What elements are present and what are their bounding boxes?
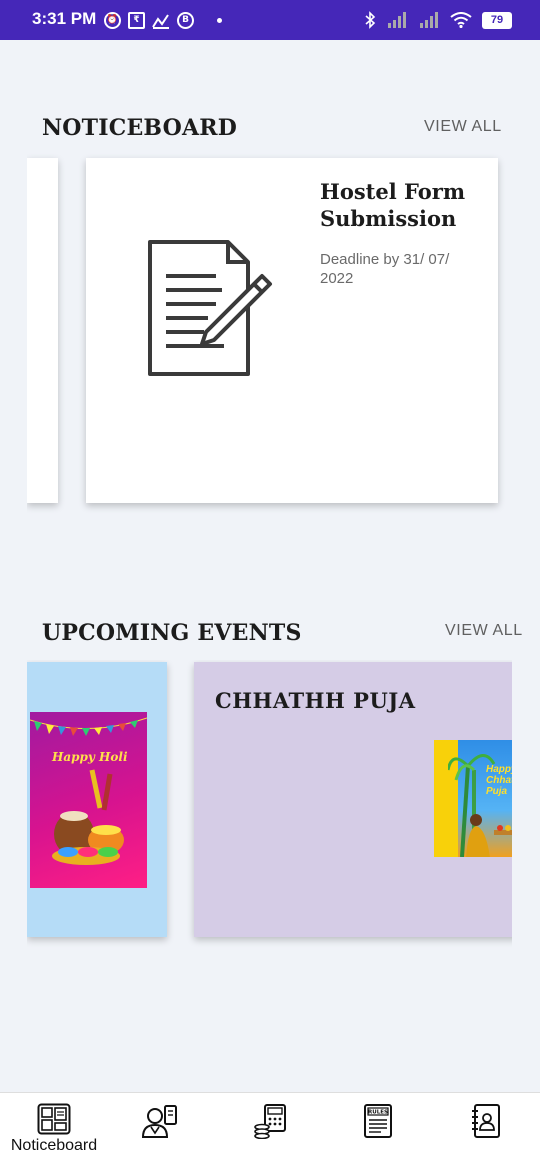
notice-card[interactable]: Hostel Form Submission Deadline by 31/ 0…	[86, 158, 498, 503]
holi-poster-text: Happy Holi	[52, 750, 128, 764]
events-carousel[interactable]: Happy Holi CHHATHH PUJA Happ Chha Puja	[27, 660, 512, 952]
noticeboard-view-all[interactable]: VIEW ALL	[424, 118, 502, 136]
nav-label-noticeboard: Noticeboard	[10, 1137, 98, 1154]
chhath-poster-text: Happy Chhath Puja	[486, 764, 512, 797]
devotee-illustration	[466, 814, 512, 857]
nav-item-profile[interactable]	[110, 1103, 210, 1165]
event-title: CHHATHH PUJA	[215, 688, 416, 713]
profile-icon	[141, 1105, 177, 1138]
events-view-all[interactable]: VIEW ALL	[445, 622, 523, 640]
document-edit-icon	[148, 240, 272, 376]
contacts-icon	[472, 1104, 500, 1138]
notice-card-previous[interactable]	[27, 158, 58, 503]
nav-item-contacts[interactable]	[436, 1103, 536, 1165]
accounts-icon	[254, 1104, 286, 1139]
events-heading: UPCOMING EVENTS	[42, 620, 302, 646]
noticeboard-carousel[interactable]: Hostel Form Submission Deadline by 31/ 0…	[27, 146, 512, 516]
status-time: 3:31 PM	[32, 9, 97, 28]
signal-icon	[388, 12, 406, 28]
status-bar: 3:31 PM ⏰ ₹ B 79	[0, 0, 540, 40]
rupee-icon: ₹	[128, 12, 145, 29]
rules-icon-text: RULES	[368, 1110, 388, 1116]
signal-icon	[420, 12, 438, 28]
rules-icon: RULES	[364, 1104, 392, 1138]
battery-indicator: 79	[482, 11, 512, 29]
nav-item-rules[interactable]: RULES	[328, 1103, 428, 1165]
color-pots-illustration	[52, 769, 124, 865]
bluetooth-icon	[365, 11, 376, 29]
notification-dot	[217, 18, 222, 23]
noticeboard-heading: NOTICEBOARD	[42, 115, 238, 141]
chhath-poster-image: Happy Chhath Puja	[434, 740, 512, 857]
event-card-chhath[interactable]: CHHATHH PUJA Happy Chhath Puja	[194, 662, 512, 937]
alarm-icon: ⏰	[104, 12, 121, 29]
nav-item-accounts[interactable]	[220, 1103, 320, 1165]
stocks-icon	[152, 13, 169, 29]
notice-deadline: Deadline by 31/ 07/ 2022	[320, 251, 450, 287]
b-icon: B	[177, 12, 194, 29]
bottom-navigation: Noticeboard RULES	[0, 1092, 540, 1170]
noticeboard-icon	[37, 1103, 71, 1135]
nav-item-noticeboard[interactable]: Noticeboard	[4, 1103, 104, 1165]
event-card-holi[interactable]: Happy Holi	[27, 662, 167, 937]
bunting-decoration	[30, 717, 147, 736]
holi-poster-image: Happy Holi	[30, 712, 147, 888]
wifi-icon	[450, 12, 472, 28]
notice-title: Hostel Form Submission	[320, 179, 466, 231]
